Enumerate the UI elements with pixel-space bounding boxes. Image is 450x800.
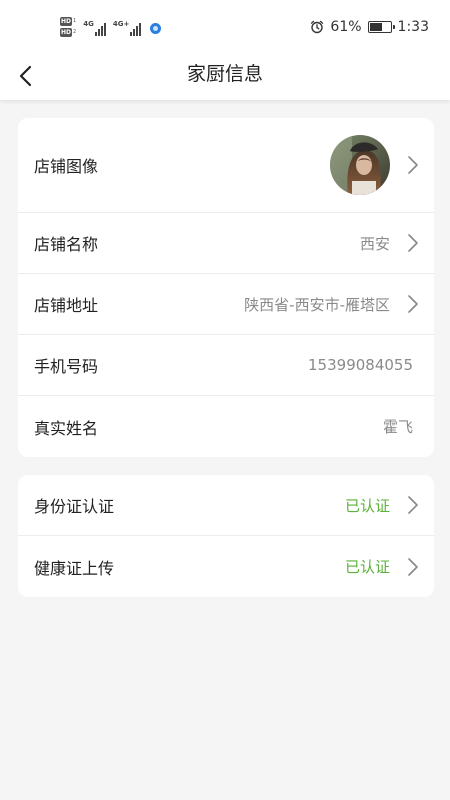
avatar-image xyxy=(330,135,390,195)
chevron-right-icon xyxy=(408,557,418,576)
store-info-card: 店铺图像 店铺名称 西安 店铺地址 陕西省-西安市-雁塔区 手机号码 15399… xyxy=(18,118,434,457)
hd-badge-2: HD 2 xyxy=(60,28,76,37)
network-2: 4G+ xyxy=(112,18,142,36)
row-label: 店铺图像 xyxy=(34,157,99,176)
network-type-1: 4G xyxy=(83,20,94,28)
clock: 1:33 xyxy=(397,19,429,35)
hd-sub-2: 2 xyxy=(73,29,77,35)
row-label: 身份证认证 xyxy=(34,497,115,516)
store-name-value: 西安 xyxy=(359,234,390,253)
network-1: 4G xyxy=(83,18,106,36)
row-label: 真实姓名 xyxy=(34,418,99,438)
alarm-icon xyxy=(311,20,324,34)
certification-card: 身份证认证 已认证 健康证上传 已认证 xyxy=(18,475,434,597)
row-label: 手机号码 xyxy=(34,357,99,376)
battery-fill xyxy=(369,23,382,31)
status-bar-right: 61% 1:33 xyxy=(310,16,429,38)
status-bar-left: HD 1 HD 2 4G 4G+ xyxy=(60,12,162,42)
chevron-right-icon xyxy=(408,496,418,514)
health-certificate-row[interactable]: 健康证上传 已认证 xyxy=(18,536,434,597)
app-notification-icon xyxy=(150,23,162,34)
network-type-2: 4G+ xyxy=(112,20,130,28)
row-label: 健康证上传 xyxy=(34,558,115,578)
verification-status: 已认证 xyxy=(344,558,390,576)
chevron-right-icon xyxy=(408,156,418,174)
status-bar: HD 1 HD 2 4G 4G+ 61% 1:33 xyxy=(0,0,450,52)
store-name-row[interactable]: 店铺名称 西安 xyxy=(18,213,434,274)
store-image-row[interactable]: 店铺图像 xyxy=(18,118,434,213)
store-address-row[interactable]: 店铺地址 陕西省-西安市-雁塔区 xyxy=(18,274,434,335)
battery-percent: 61% xyxy=(330,19,362,35)
chevron-right-icon xyxy=(408,234,418,252)
title-bar: 家厨信息 xyxy=(0,52,450,100)
hd-indicators: HD 1 HD 2 xyxy=(60,17,76,37)
phone-row: 手机号码 15399084055 xyxy=(18,335,434,396)
page-title: 家厨信息 xyxy=(186,63,263,85)
hd-sub-1: 1 xyxy=(73,18,77,24)
signal-icon xyxy=(130,22,142,36)
phone-value: 15399084055 xyxy=(308,356,413,374)
row-label: 店铺地址 xyxy=(34,296,99,315)
hd-label-1: HD xyxy=(60,17,73,26)
verification-status: 已认证 xyxy=(344,496,390,515)
avatar[interactable] xyxy=(330,135,390,195)
chevron-right-icon xyxy=(408,295,418,313)
real-name-row: 真实姓名 霍飞 xyxy=(18,396,434,457)
id-card-verification-row[interactable]: 身份证认证 已认证 xyxy=(18,475,434,536)
signal-icon xyxy=(94,22,106,36)
real-name-value: 霍飞 xyxy=(382,418,413,436)
battery-icon xyxy=(367,21,395,33)
hd-label-2: HD xyxy=(60,28,73,37)
hd-badge-1: HD 1 xyxy=(60,17,76,26)
store-address-value: 陕西省-西安市-雁塔区 xyxy=(244,295,390,314)
row-label: 店铺名称 xyxy=(34,235,99,254)
